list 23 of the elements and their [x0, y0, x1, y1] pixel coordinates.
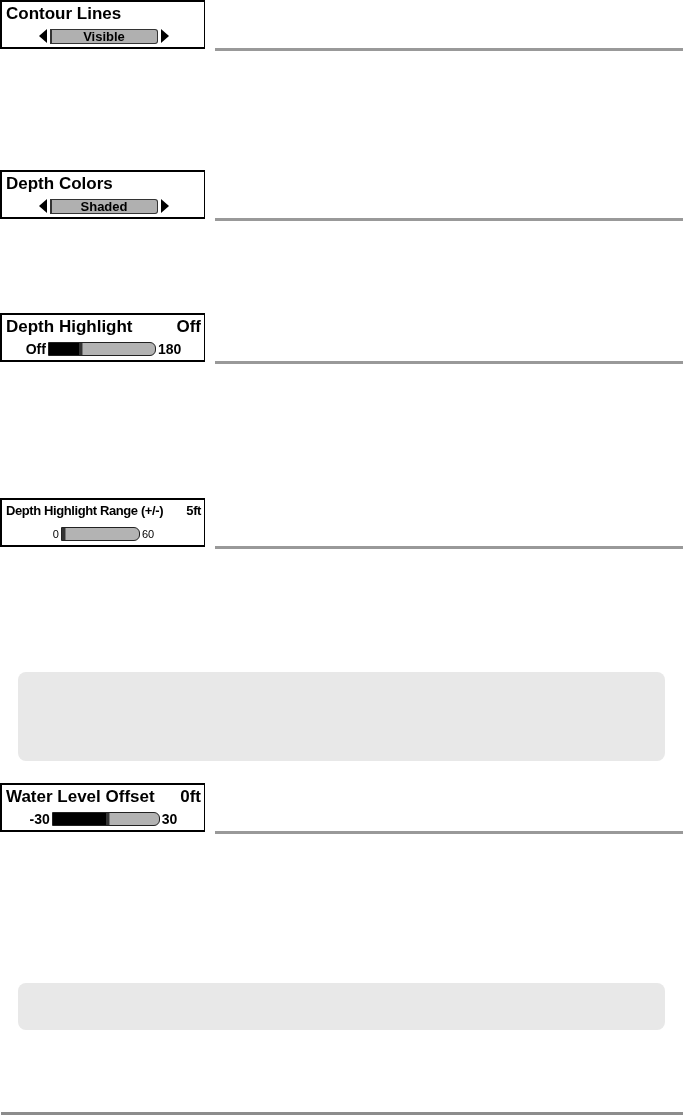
option-value: Shaded — [49, 198, 158, 214]
scale-max-label: 60 — [141, 527, 155, 542]
scale-min-label: 0 — [52, 527, 59, 542]
scale-max-label: 180 — [157, 341, 182, 357]
menu-title: Water Level Offset — [6, 786, 155, 807]
menu-title: Depth Colors — [6, 173, 113, 194]
left-arrow-icon[interactable] — [38, 199, 47, 213]
option-value: Visible — [49, 28, 158, 44]
slider-track[interactable] — [60, 527, 140, 541]
scale-min-label: Off — [25, 341, 46, 357]
scale-max-label: 30 — [161, 811, 178, 827]
menu-title: Depth Highlight Range (+/-) — [6, 502, 164, 520]
setting-value: 0ft — [180, 786, 201, 807]
setting-value: 5ft — [186, 502, 201, 520]
menu-title: Depth Highlight — [6, 316, 133, 337]
slider-track[interactable] — [47, 342, 156, 356]
setting-value: Off — [176, 316, 201, 337]
menu-title: Contour Lines — [6, 3, 122, 24]
scale-min-label: -30 — [29, 811, 50, 827]
left-arrow-icon[interactable] — [38, 29, 47, 43]
right-arrow-icon[interactable] — [160, 199, 169, 213]
slider-track[interactable] — [51, 812, 160, 826]
right-arrow-icon[interactable] — [160, 29, 169, 43]
